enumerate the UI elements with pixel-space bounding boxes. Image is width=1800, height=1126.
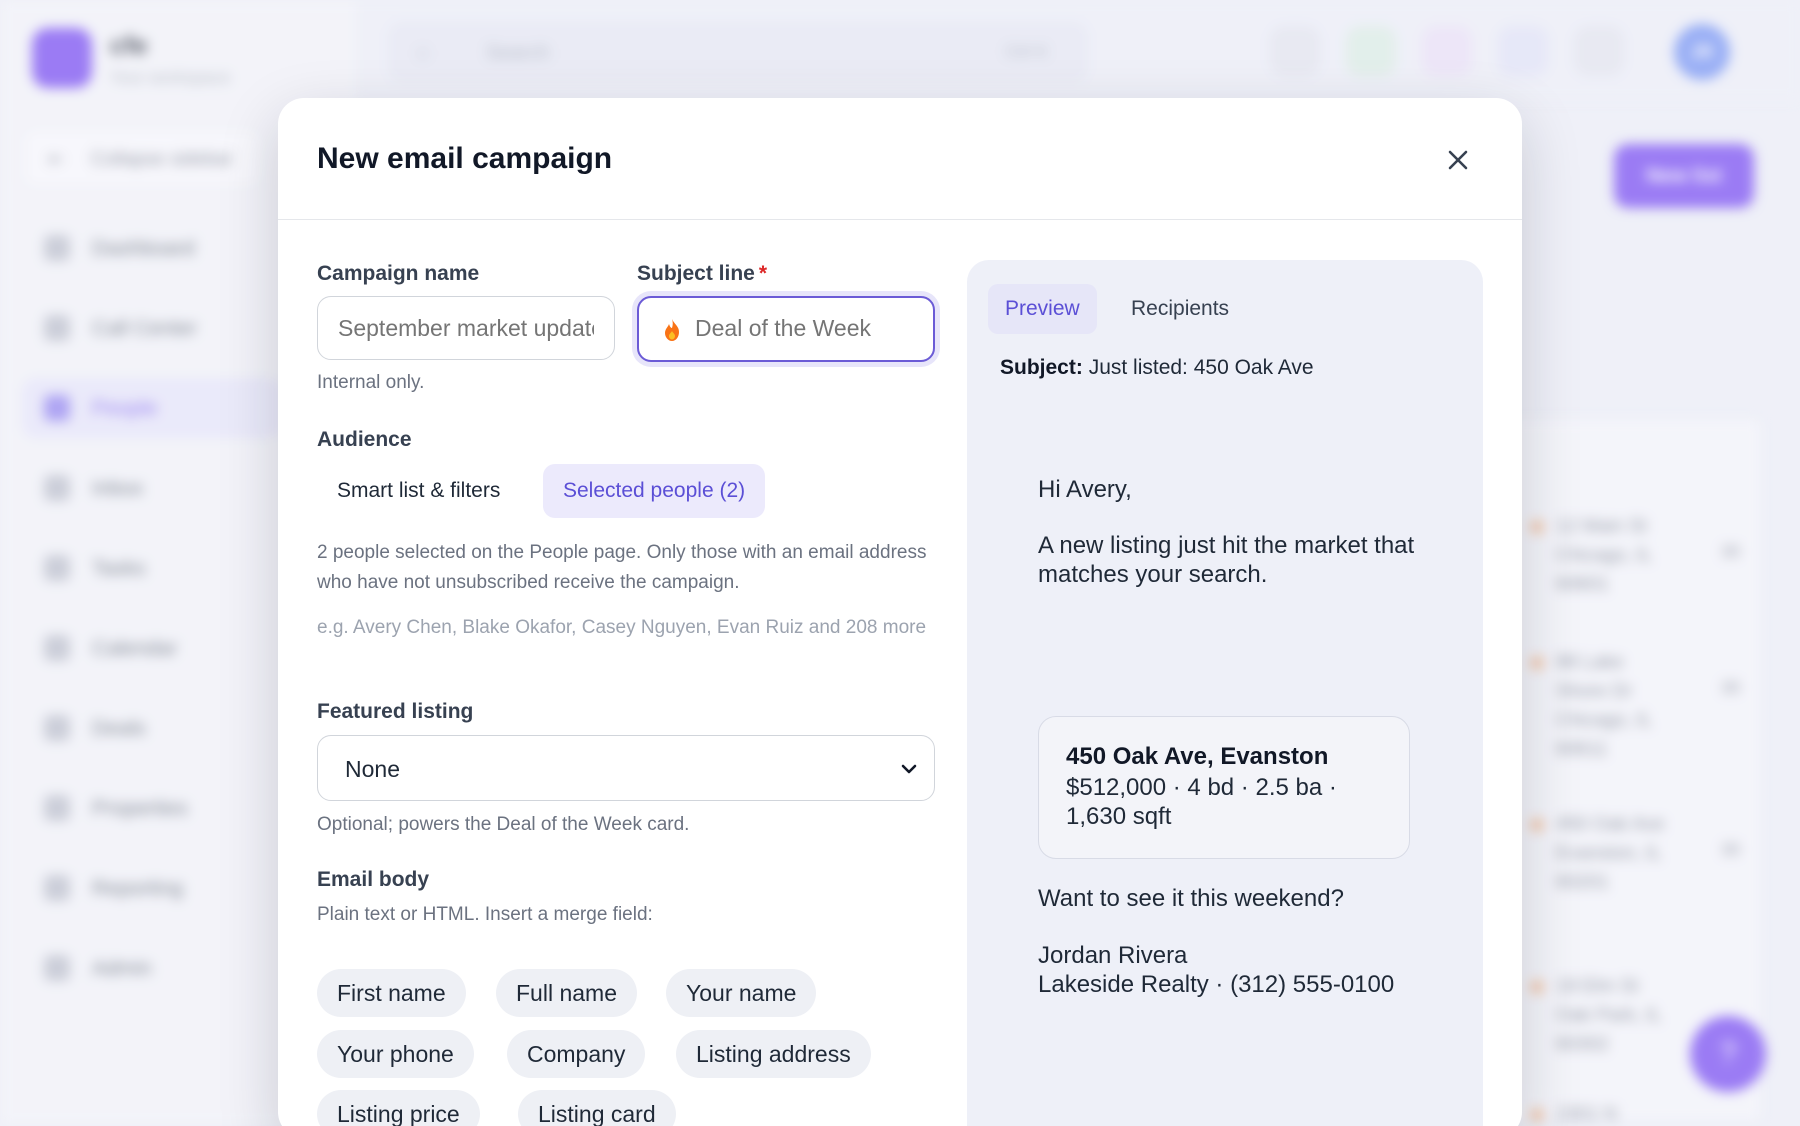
featured-listing-value: None	[345, 756, 400, 782]
audience-label: Audience	[317, 428, 412, 451]
featured-listing-hint: Optional; powers the Deal of the Week ca…	[317, 814, 690, 835]
preview-subject: Subject: Just listed: 450 Oak Ave	[1000, 356, 1314, 380]
email-body-label: Email body	[317, 868, 430, 891]
audience-description: 2 people selected on the People page. On…	[317, 542, 927, 593]
listing-specs: $512,000 · 4 bd · 2.5 ba · 1,630 sqft	[1066, 774, 1337, 830]
listing-card: 450 Oak Ave, Evanston $512,000 · 4 bd · …	[1038, 716, 1410, 859]
preview-signature-company: Lakeside Realty · (312) 555-0100	[1038, 971, 1395, 998]
close-icon	[1448, 150, 1468, 170]
new-email-campaign-dialog: New email campaign Campaign name Interna…	[278, 98, 1522, 1126]
merge-field-first-name[interactable]: First name	[317, 969, 466, 1017]
merge-field-company[interactable]: Company	[507, 1030, 646, 1078]
close-button[interactable]	[1440, 142, 1476, 178]
featured-listing-label: Featured listing	[317, 700, 474, 723]
campaign-name-hint: Internal only.	[317, 372, 425, 393]
merge-field-listing-price[interactable]: Listing price	[317, 1090, 480, 1126]
modal-title: New email campaign	[317, 142, 613, 175]
modal-header: New email campaign	[278, 98, 1522, 220]
merge-field-your-phone[interactable]: Your phone	[317, 1030, 474, 1078]
subject-line-label-text: Subject line	[637, 262, 755, 285]
subject-line-field[interactable]	[637, 296, 935, 362]
chevron-down-icon	[901, 764, 917, 774]
email-preview-panel: Preview Recipients Subject: Just listed:…	[967, 260, 1483, 1126]
tab-recipients[interactable]: Recipients	[1114, 284, 1246, 334]
merge-field-listing-card[interactable]: Listing card	[518, 1090, 676, 1126]
preview-intro: A new listing just hit the market that m…	[1038, 532, 1415, 588]
subject-line-input[interactable]	[695, 298, 925, 359]
audience-option-selected-people[interactable]: Selected people (2)	[543, 464, 766, 518]
required-mark: *	[758, 262, 768, 285]
preview-cta: Want to see it this weekend?	[1038, 885, 1344, 912]
preview-subject-label: Subject:	[1000, 356, 1083, 379]
subject-line-label: Subject line *	[637, 262, 767, 286]
merge-field-full-name[interactable]: Full name	[496, 969, 637, 1017]
campaign-name-input[interactable]	[317, 296, 615, 360]
preview-subject-value: Just listed: 450 Oak Ave	[1088, 356, 1314, 379]
audience-option-smart-list[interactable]: Smart list & filters	[317, 464, 520, 518]
audience-example: e.g. Avery Chen, Blake Okafor, Casey Ngu…	[317, 617, 927, 638]
campaign-name-label: Campaign name	[317, 262, 480, 285]
listing-title: 450 Oak Ave, Evanston	[1066, 743, 1329, 770]
featured-listing-select[interactable]: None	[317, 735, 935, 801]
preview-greeting: Hi Avery,	[1038, 476, 1132, 503]
merge-field-your-name[interactable]: Your name	[666, 969, 817, 1017]
preview-signature-name: Jordan Rivera	[1038, 942, 1188, 969]
tab-preview[interactable]: Preview	[988, 284, 1097, 334]
merge-field-listing-address[interactable]: Listing address	[676, 1030, 871, 1078]
email-body-hint: Plain text or HTML. Insert a merge field…	[317, 904, 653, 925]
flame-icon	[665, 319, 679, 341]
